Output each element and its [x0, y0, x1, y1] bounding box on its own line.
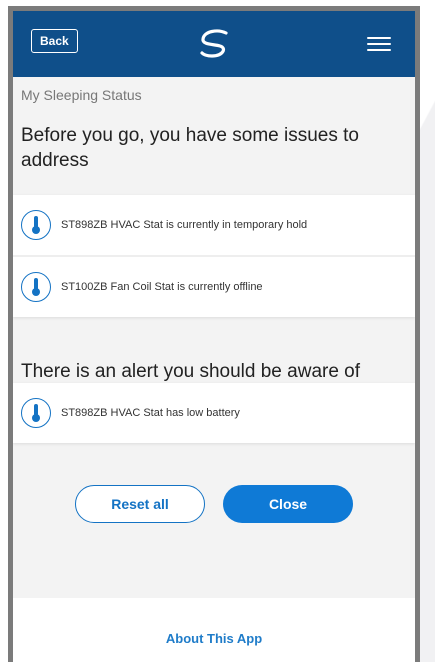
back-button[interactable]: Back [31, 29, 78, 53]
hamburger-menu-icon[interactable] [367, 37, 391, 51]
issues-list: ST898ZB HVAC Stat is currently in tempor… [13, 195, 415, 317]
issue-text: ST898ZB HVAC Stat is currently in tempor… [61, 219, 308, 231]
list-item[interactable]: ST898ZB HVAC Stat is currently in tempor… [13, 195, 415, 257]
list-item[interactable]: ST898ZB HVAC Stat has low battery [13, 383, 415, 443]
breadcrumb: My Sleeping Status [21, 87, 142, 103]
issue-text: ST100ZB Fan Coil Stat is currently offli… [61, 281, 263, 293]
reset-all-button[interactable]: Reset all [75, 485, 205, 523]
thermometer-icon [21, 398, 51, 428]
close-button[interactable]: Close [223, 485, 353, 523]
list-item[interactable]: ST100ZB Fan Coil Stat is currently offli… [13, 257, 415, 317]
thermometer-icon [21, 210, 51, 240]
issues-heading: Before you go, you have some issues to a… [21, 125, 359, 171]
footer: About This App [13, 598, 415, 662]
alert-text: ST898ZB HVAC Stat has low battery [61, 407, 240, 419]
alerts-list: ST898ZB HVAC Stat has low battery [13, 383, 415, 443]
thermometer-icon [21, 272, 51, 302]
about-app-link[interactable]: About This App [166, 631, 262, 646]
top-bar: Back [13, 11, 415, 77]
swirl-logo-icon [200, 29, 228, 58]
alert-heading: There is an alert you should be aware of [21, 361, 361, 382]
app-screen: Back My Sleeping Status Before you go, y… [8, 6, 420, 662]
action-buttons: Reset all Close [13, 485, 415, 523]
